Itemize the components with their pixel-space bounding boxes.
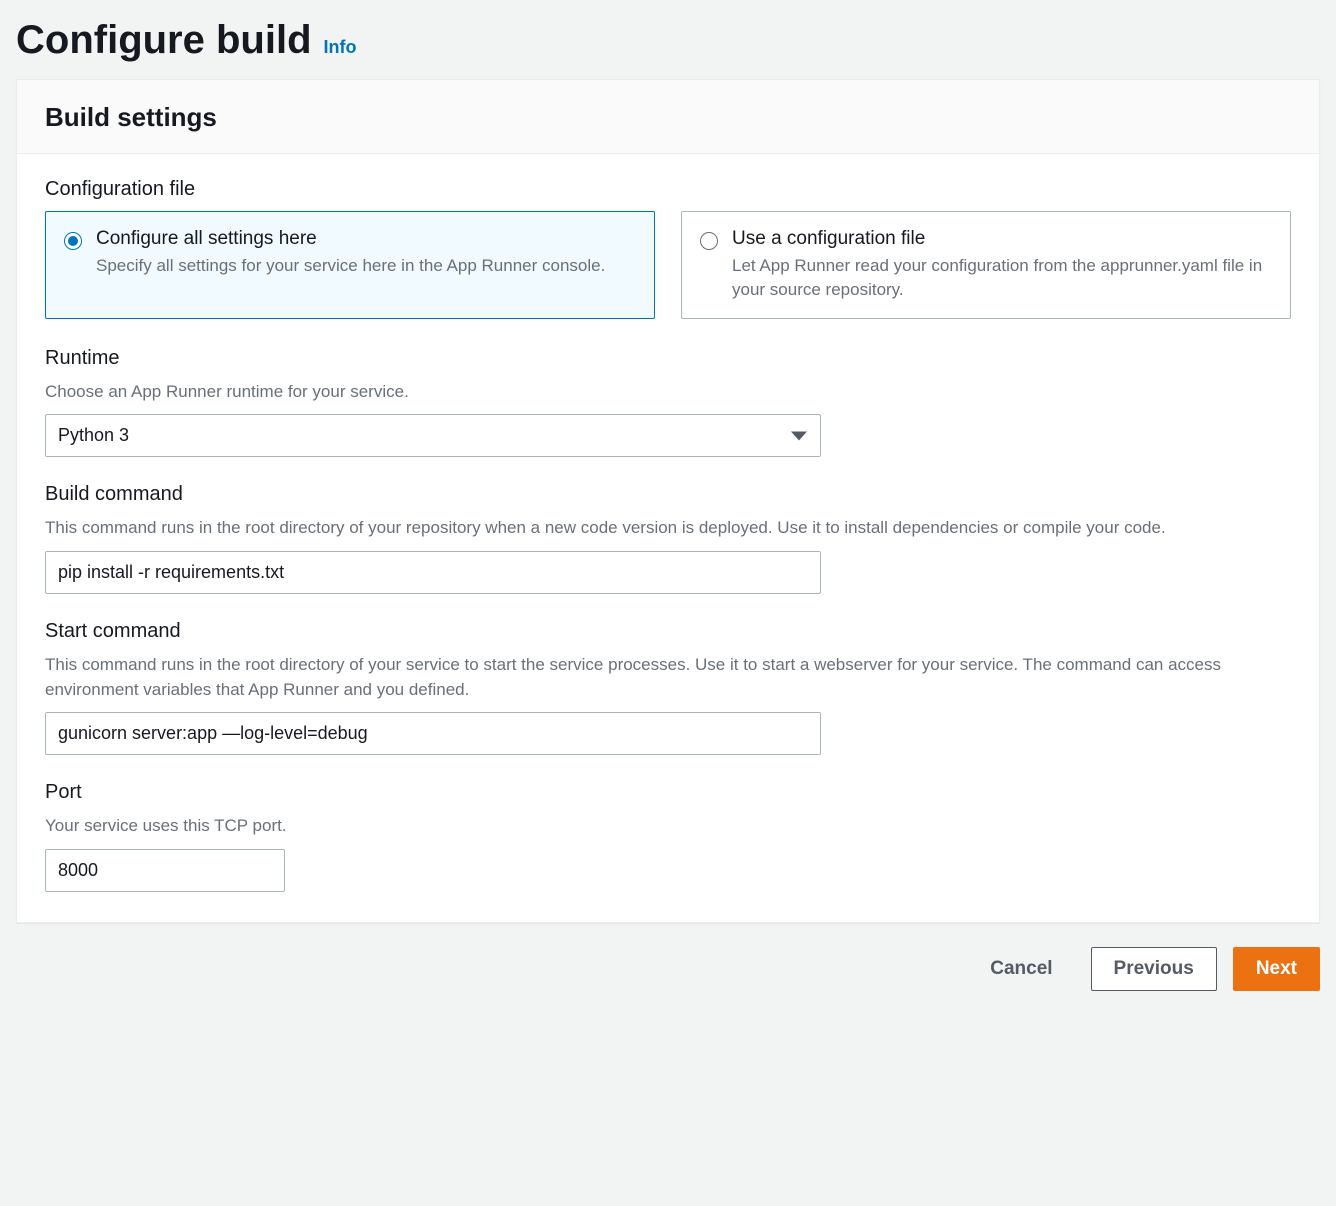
radio-use-config-file-desc: Let App Runner read your configuration f… xyxy=(732,254,1272,302)
build-command-desc: This command runs in the root directory … xyxy=(45,516,1291,541)
radio-dot-icon xyxy=(700,232,718,250)
runtime-select[interactable]: Python 3 xyxy=(45,414,821,457)
previous-button[interactable]: Previous xyxy=(1091,947,1217,991)
start-command-desc: This command runs in the root directory … xyxy=(45,653,1291,702)
cancel-button[interactable]: Cancel xyxy=(968,948,1074,990)
port-desc: Your service uses this TCP port. xyxy=(45,814,1291,839)
info-link[interactable]: Info xyxy=(324,37,357,58)
runtime-desc: Choose an App Runner runtime for your se… xyxy=(45,380,1291,405)
page-title: Configure build xyxy=(16,18,312,63)
build-command-label: Build command xyxy=(45,483,1291,506)
start-command-label: Start command xyxy=(45,620,1291,643)
config-file-label: Configuration file xyxy=(45,178,1291,201)
port-label: Port xyxy=(45,781,1291,804)
panel-title: Build settings xyxy=(45,102,1291,133)
radio-configure-here-desc: Specify all settings for your service he… xyxy=(96,254,605,278)
radio-configure-here[interactable]: Configure all settings here Specify all … xyxy=(45,211,655,319)
build-settings-panel: Build settings Configuration file Config… xyxy=(16,79,1320,923)
build-command-input[interactable] xyxy=(45,551,821,594)
radio-dot-icon xyxy=(64,232,82,250)
radio-use-config-file-title: Use a configuration file xyxy=(732,228,1272,250)
start-command-input[interactable] xyxy=(45,712,821,755)
runtime-label: Runtime xyxy=(45,347,1291,370)
radio-use-config-file[interactable]: Use a configuration file Let App Runner … xyxy=(681,211,1291,319)
radio-configure-here-title: Configure all settings here xyxy=(96,228,605,250)
next-button[interactable]: Next xyxy=(1233,947,1320,991)
port-input[interactable] xyxy=(45,849,285,892)
